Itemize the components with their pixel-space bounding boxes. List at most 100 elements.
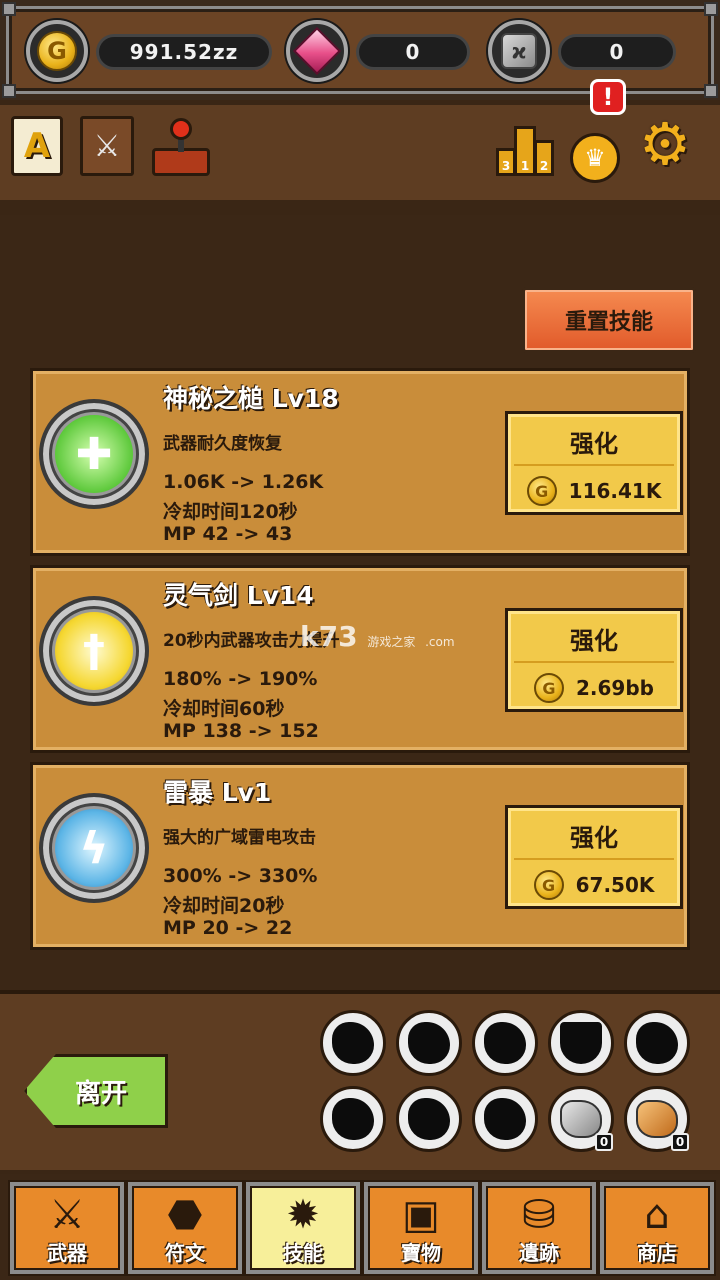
- codex-button[interactable]: ⚔: [76, 113, 138, 179]
- codex-book-icon: ⚔: [80, 116, 134, 176]
- tab-label: 遺跡: [519, 1241, 559, 1265]
- hud-icon-row: A ⚔ 3 1 2 ♛ ! ⚙: [0, 79, 720, 200]
- frame-rivet: [704, 84, 718, 98]
- gold-coin-icon: G: [533, 870, 564, 900]
- tab-label: 技能: [283, 1241, 323, 1265]
- skill-effect: 180% -> 190%: [163, 668, 318, 690]
- frame-rivet: [704, 2, 718, 16]
- gold-coin-icon: G: [26, 20, 88, 82]
- watermark-logo: k73: [300, 620, 358, 653]
- gear-icon: ⚙: [639, 110, 691, 178]
- upgrade-button[interactable]: 强化 G 2.69bb: [505, 608, 683, 712]
- upgrade-label: 强化: [570, 430, 618, 458]
- bottom-nav: ⚔ 武器 ⬣ 符文 ✹ 技能 ▣ 寶物 ⛁ 遺跡 ⌂ 商店: [0, 1174, 720, 1280]
- gem-value: 0: [356, 34, 470, 70]
- copper-ore-icon: [636, 1100, 678, 1138]
- upgrade-cost: 67.50K: [575, 873, 655, 897]
- watermark: k73 游戏之家 .com: [300, 620, 455, 653]
- ore-slot[interactable]: 0: [624, 1086, 690, 1152]
- upgrade-cost: 116.41K: [568, 479, 662, 503]
- skill-title: 神秘之槌 Lv18: [163, 384, 339, 413]
- crown-medal-icon: ♛: [570, 133, 620, 183]
- alert-badge: !: [590, 79, 626, 115]
- upgrade-button[interactable]: 强化 G 67.50K: [505, 805, 683, 909]
- gold-coin-icon: G: [534, 673, 564, 703]
- tab-shop[interactable]: ⌂ 商店: [600, 1182, 714, 1274]
- tab-treasures[interactable]: ▣ 寶物: [364, 1182, 478, 1274]
- rune-stone-icon: ϰ: [488, 20, 550, 82]
- skill-description: 武器耐久度恢复: [163, 434, 282, 454]
- frame-rivet: [2, 2, 16, 16]
- upgrade-label: 强化: [570, 627, 618, 655]
- lightning-icon: ϟ: [55, 809, 133, 887]
- watermark-domain: .com: [425, 635, 455, 649]
- settings-button[interactable]: ⚙: [634, 111, 696, 177]
- gold-coin-icon: G: [526, 476, 557, 506]
- ore-slot[interactable]: [548, 1010, 614, 1076]
- silver-ore-icon: [560, 1100, 602, 1138]
- joystick-icon: [152, 116, 210, 176]
- skill-effect: 300% -> 330%: [163, 865, 318, 887]
- skill-mp-cost: MP 42 -> 43: [163, 523, 293, 545]
- skill-description: 强大的广域雷电攻击: [163, 828, 316, 848]
- crossed-swords-icon: ⚔: [49, 1192, 85, 1238]
- skill-mp-cost: MP 20 -> 22: [163, 917, 293, 939]
- leave-button[interactable]: 离开: [24, 1054, 168, 1128]
- treasure-chest-icon: ▣: [402, 1192, 440, 1238]
- tab-weapons[interactable]: ⚔ 武器: [10, 1182, 124, 1274]
- ore-slot[interactable]: [320, 1086, 386, 1152]
- ore-slot[interactable]: [396, 1086, 462, 1152]
- rune-counter: ϰ 0: [488, 20, 680, 82]
- language-icon: A: [11, 116, 63, 176]
- tab-ruins[interactable]: ⛁ 遺跡: [482, 1182, 596, 1274]
- skill-panel: 重置技能 ✚ 神秘之槌 Lv18 武器耐久度恢复 1.06K -> 1.26K …: [0, 215, 720, 990]
- skill-book-icon: ✹: [286, 1192, 320, 1238]
- reset-skills-button[interactable]: 重置技能: [522, 287, 696, 353]
- tab-runes[interactable]: ⬣ 符文: [128, 1182, 242, 1274]
- arcade-button[interactable]: [150, 113, 212, 179]
- skill-title: 雷暴 Lv1: [163, 778, 272, 807]
- achievement-button[interactable]: ♛: [564, 125, 626, 191]
- ruins-pot-icon: ⛁: [522, 1192, 556, 1238]
- tab-skills[interactable]: ✹ 技能: [246, 1182, 360, 1274]
- ore-slot[interactable]: [624, 1010, 690, 1076]
- skill-effect: 1.06K -> 1.26K: [163, 471, 324, 493]
- tab-label: 武器: [47, 1241, 87, 1265]
- hammer-icon: ✚: [55, 415, 133, 493]
- watermark-site: 游戏之家: [367, 635, 416, 649]
- ore-slot[interactable]: [396, 1010, 462, 1076]
- skill-orb: †: [39, 596, 149, 706]
- tab-label: 商店: [637, 1241, 677, 1265]
- skill-card: ϟ 雷暴 Lv1 强大的广域雷电攻击 300% -> 330% 冷却时间20秒 …: [30, 762, 690, 950]
- upgrade-button[interactable]: 强化 G 116.41K: [505, 411, 683, 515]
- rune-value: 0: [558, 34, 676, 70]
- gem-counter: 0: [286, 20, 476, 82]
- slot-count: 0: [595, 1133, 613, 1151]
- ranking-button[interactable]: 3 1 2: [494, 113, 556, 179]
- pink-gem-icon: [286, 20, 348, 82]
- gold-counter: G 991.52zz: [26, 20, 276, 82]
- skill-title: 灵气剑 Lv14: [163, 581, 314, 610]
- upgrade-cost: 2.69bb: [576, 676, 654, 700]
- ore-slot[interactable]: [472, 1086, 538, 1152]
- gold-value: 991.52zz: [96, 34, 272, 70]
- shop-icon: ⌂: [644, 1192, 670, 1238]
- skill-cooldown: 冷却时间60秒: [163, 698, 285, 720]
- skill-card: † 灵气剑 Lv14 20秒内武器攻击力提升 180% -> 190% 冷却时间…: [30, 565, 690, 753]
- skill-mp-cost: MP 138 -> 152: [163, 720, 319, 742]
- rune-icon: ⬣: [167, 1192, 203, 1238]
- ore-slot[interactable]: [320, 1010, 386, 1076]
- ore-slot[interactable]: [472, 1010, 538, 1076]
- skill-cooldown: 冷却时间120秒: [163, 501, 298, 523]
- skill-card: ✚ 神秘之槌 Lv18 武器耐久度恢复 1.06K -> 1.26K 冷却时间1…: [30, 368, 690, 556]
- inventory-area: 离开 0 0: [0, 990, 720, 1170]
- skill-orb: ✚: [39, 399, 149, 509]
- podium-icon: 3 1 2: [496, 116, 554, 176]
- skill-cooldown: 冷却时间20秒: [163, 895, 285, 917]
- tab-label: 寶物: [401, 1241, 441, 1265]
- language-button[interactable]: A: [6, 113, 68, 179]
- ore-slot[interactable]: 0: [548, 1086, 614, 1152]
- upgrade-label: 强化: [570, 824, 618, 852]
- skill-orb: ϟ: [39, 793, 149, 903]
- slot-count: 0: [671, 1133, 689, 1151]
